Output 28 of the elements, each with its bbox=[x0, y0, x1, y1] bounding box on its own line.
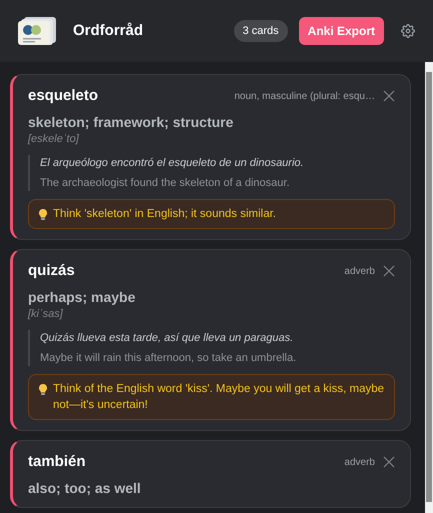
part-of-speech: noun, masculine (plural: esqu… bbox=[234, 90, 375, 104]
close-icon[interactable] bbox=[383, 265, 395, 278]
card-count-badge: 3 cards bbox=[234, 20, 288, 42]
word-title: esqueleto bbox=[28, 86, 100, 106]
settings-icon[interactable] bbox=[401, 24, 415, 38]
pronunciation: [eskeleˈto] bbox=[28, 132, 80, 146]
translation: also; too; as well bbox=[28, 478, 142, 496]
word-title: quizás bbox=[28, 261, 76, 281]
translation: perhaps; maybe bbox=[28, 288, 136, 306]
lightbulb-icon bbox=[39, 209, 47, 220]
word-title: también bbox=[28, 452, 87, 472]
close-icon[interactable] bbox=[383, 90, 395, 102]
pronunciation: [kiˈsas] bbox=[28, 306, 64, 322]
example-translation: The archaeologist found the skeleton of a dinosaur. bbox=[40, 176, 291, 190]
lightbulb-icon bbox=[39, 384, 47, 395]
example-translation: Maybe it will rain this afternoon, so take an umbrella. bbox=[40, 350, 298, 366]
scrollbar-thumb[interactable] bbox=[426, 72, 432, 502]
tip-text: Think of the English word 'kiss'. Maybe you will get a kiss, maybe not—it's uncertain! bbox=[53, 382, 384, 413]
flashcards-logo-icon bbox=[18, 15, 58, 47]
part-of-speech: adverb bbox=[344, 264, 375, 279]
translation: skeleton; framework; structure bbox=[28, 112, 234, 130]
part-of-speech: adverb bbox=[344, 456, 375, 470]
example-sentence: Quizás llueva esta tarde, así que lleva un paraguas. bbox=[40, 331, 294, 346]
anki-export-button[interactable]: Anki Export bbox=[298, 17, 384, 45]
tip-text: Think 'skeleton' in English; it sounds similar. bbox=[53, 207, 276, 222]
close-icon[interactable] bbox=[383, 456, 395, 468]
example-sentence: El arqueólogo encontró el esqueleto de un dinosaurio. bbox=[40, 156, 305, 171]
app-title: Ordforråd bbox=[73, 20, 144, 41]
